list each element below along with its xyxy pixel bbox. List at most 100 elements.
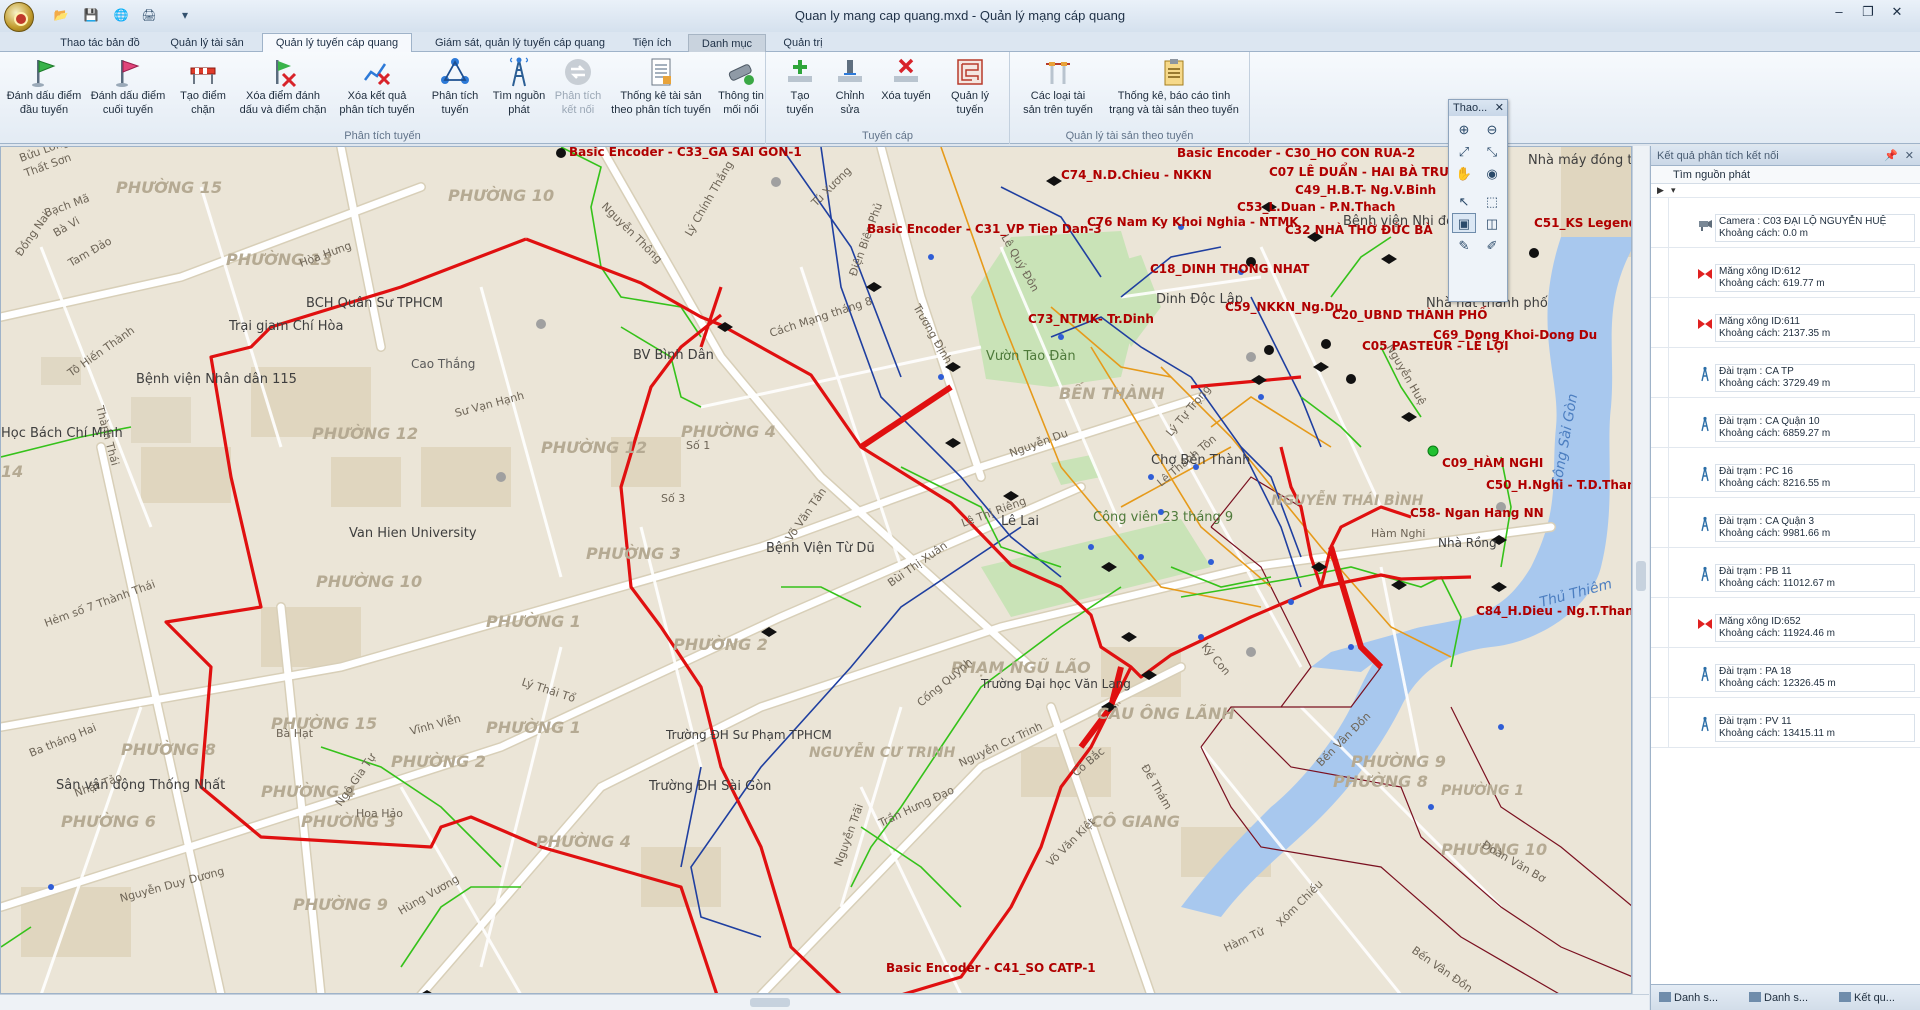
tab-catalog[interactable]: Danh mục bbox=[688, 34, 766, 52]
result-tree[interactable]: ▶ ▾ Camera : C03 ĐẠI LỘ NGUYỄN HUỆ Khoảng… bbox=[1651, 184, 1920, 748]
full-extent-icon[interactable]: ⤢ bbox=[1452, 141, 1476, 161]
svg-text:PHƯỜNG 1: PHƯỜNG 1 bbox=[1441, 781, 1524, 799]
find-source-button[interactable]: Tìm nguồn phát bbox=[488, 56, 550, 126]
svg-text:PHƯỜNG 9: PHƯỜNG 9 bbox=[1351, 751, 1446, 771]
close-button[interactable]: ✕ bbox=[1883, 3, 1911, 21]
open-icon[interactable]: 📂 bbox=[52, 7, 70, 23]
list-item[interactable]: Camera : C03 ĐẠI LỘ NGUYỄN HUỆ Khoảng các… bbox=[1651, 198, 1920, 248]
item-distance: Khoảng cách: 2137.35 m bbox=[1719, 328, 1831, 339]
print-icon[interactable]: 🖨 bbox=[140, 7, 158, 23]
svg-text:Hoa Hảo: Hoa Hảo bbox=[356, 807, 403, 820]
station-icon bbox=[1697, 416, 1713, 432]
row-gutter bbox=[1651, 298, 1669, 347]
svg-text:C84_H.Dieu - Ng.T.Thanh: C84_H.Dieu - Ng.T.Thanh bbox=[1476, 604, 1632, 619]
zoom-out-icon[interactable]: ⊖ bbox=[1480, 119, 1504, 139]
globe-icon[interactable]: ◉ bbox=[1480, 163, 1504, 183]
mark-start-point-button[interactable]: Đánh dấu điểm đầu tuyến bbox=[4, 56, 84, 126]
application-window: 📂 💾 🌐 🖨 ▾ Quan ly mang cap quang.mxd - Q… bbox=[0, 0, 1920, 1010]
save-icon[interactable]: 💾 bbox=[82, 7, 100, 23]
pin-icon[interactable]: 📌 bbox=[1884, 146, 1898, 166]
svg-text:PHƯỜNG 8: PHƯỜNG 8 bbox=[121, 739, 216, 759]
minimize-button[interactable]: – bbox=[1825, 3, 1853, 21]
route-analysis-button[interactable]: Phân tích tuyến bbox=[424, 56, 486, 126]
tab-admin[interactable]: Quản trị bbox=[770, 34, 836, 52]
customize-qat-icon[interactable]: ▾ bbox=[176, 7, 194, 23]
tab-list-2[interactable]: Danh s... bbox=[1749, 989, 1808, 1007]
tree-column-header[interactable]: Tìm nguồn phát bbox=[1651, 166, 1920, 184]
list-item[interactable]: Măng xông ID:611 Khoảng cách: 2137.35 m bbox=[1651, 298, 1920, 348]
select-arrow-icon[interactable]: ↖ bbox=[1452, 191, 1476, 211]
tab-results[interactable]: Kết qu... bbox=[1839, 989, 1895, 1007]
row-gutter bbox=[1651, 398, 1669, 447]
tab-monitoring[interactable]: Giám sát, quản lý tuyến cáp quang bbox=[420, 34, 620, 52]
splice-closure-icon bbox=[1697, 616, 1713, 632]
splice-info-button[interactable]: Thông tin mối nối bbox=[718, 56, 764, 126]
map-horizontal-scrollbar[interactable] bbox=[0, 994, 1649, 1010]
map-view[interactable]: PHƯỜNG 15 PHƯỜNG 13 PHƯỜNG 10 PHƯỜNG 12 … bbox=[0, 146, 1632, 994]
list-item[interactable]: Đài trạm : CA Quận 3 Khoảng cách: 9981.66… bbox=[1651, 498, 1920, 548]
zoom-in-icon[interactable]: ⊕ bbox=[1452, 119, 1476, 139]
item-distance: Khoảng cách: 8216.55 m bbox=[1719, 478, 1831, 489]
select-features-icon[interactable]: ▣ bbox=[1452, 213, 1476, 233]
svg-text:Basic Encoder - C31_VP Tiep Da: Basic Encoder - C31_VP Tiep Dan-3 bbox=[867, 222, 1102, 237]
item-name: Măng xông ID:612 bbox=[1719, 266, 1801, 277]
pan-icon[interactable]: ✋ bbox=[1452, 163, 1476, 183]
list-item[interactable]: Đài trạm : PV 11 Khoảng cách: 13415.11 m bbox=[1651, 698, 1920, 748]
map-vertical-scrollbar[interactable] bbox=[1632, 146, 1649, 994]
connection-analysis-button[interactable]: Phân tích kết nối bbox=[552, 56, 604, 126]
tree-root-row[interactable]: ▶ ▾ bbox=[1651, 184, 1920, 198]
delete-marks-button[interactable]: Xóa điểm đánh dấu và điểm chặn bbox=[236, 56, 330, 126]
asset-types-on-route-button[interactable]: Các loại tài sản trên tuyến bbox=[1018, 56, 1098, 126]
delete-analysis-result-button[interactable]: Xóa kết quả phân tích tuyến bbox=[334, 56, 420, 126]
map-canvas[interactable]: PHƯỜNG 15 PHƯỜNG 13 PHƯỜNG 10 PHƯỜNG 12 … bbox=[1, 147, 1632, 994]
fixed-zoom-icon[interactable]: ⤡ bbox=[1480, 141, 1504, 161]
svg-text:C07 LÊ DUẨN - HAI BÀ TRƯNG: C07 LÊ DUẨN - HAI BÀ TRƯNG bbox=[1269, 162, 1469, 179]
svg-text:CẦU ÔNG LÃNH: CẦU ÔNG LÃNH bbox=[1097, 702, 1235, 723]
mark-end-point-button[interactable]: Đánh dấu điểm cuối tuyến bbox=[88, 56, 168, 126]
globe-icon[interactable]: 🌐 bbox=[112, 7, 130, 23]
close-icon[interactable]: ✕ bbox=[1905, 146, 1914, 166]
app-menu-button[interactable] bbox=[4, 2, 34, 32]
ribbon-group-label: Quản lý tài sản theo tuyến bbox=[1065, 130, 1194, 142]
clear-selection-icon[interactable]: ◫ bbox=[1480, 213, 1504, 233]
item-name: Đài trạm : CA Quận 3 bbox=[1719, 516, 1815, 527]
list-item[interactable]: Đài trạm : PA 18 Khoảng cách: 12326.45 m bbox=[1651, 648, 1920, 698]
create-route-button[interactable]: Tạo tuyến bbox=[778, 56, 822, 126]
tower-icon bbox=[509, 57, 529, 87]
tab-asset-management[interactable]: Quản lý tài sản bbox=[160, 34, 254, 52]
create-barrier-button[interactable]: Tạo điểm chặn bbox=[172, 56, 234, 126]
restore-button[interactable]: ❐ bbox=[1854, 3, 1882, 21]
tab-list-1[interactable]: Danh s... bbox=[1659, 989, 1718, 1007]
svg-text:Số 1: Số 1 bbox=[686, 439, 710, 452]
tab-map-operations[interactable]: Thao tác bản đồ bbox=[50, 34, 150, 52]
tab-cable-route-management[interactable]: Quản lý tuyến cáp quang bbox=[262, 33, 412, 53]
item-distance: Khoảng cách: 0.0 m bbox=[1719, 228, 1808, 239]
list-item[interactable]: Măng xông ID:652 Khoảng cách: 11924.46 m bbox=[1651, 598, 1920, 648]
close-icon[interactable]: ✕ bbox=[1495, 100, 1504, 116]
svg-text:Nhà máy đóng tàu Ba Son: Nhà máy đóng tàu Ba Son bbox=[1528, 153, 1632, 168]
svg-text:Số 3: Số 3 bbox=[661, 492, 685, 505]
list-item[interactable]: Đài trạm : PC 16 Khoảng cách: 8216.55 m bbox=[1651, 448, 1920, 498]
status-report-by-route-button[interactable]: Thống kê, báo cáo tình trạng và tài sản … bbox=[1104, 56, 1244, 126]
edit-route-button[interactable]: Chỉnh sửa bbox=[828, 56, 872, 126]
toolbar-title: Thao... bbox=[1453, 102, 1488, 114]
chevron-down-icon[interactable]: ▾ bbox=[1671, 185, 1676, 196]
list-item[interactable]: Măng xông ID:612 Khoảng cách: 619.77 m bbox=[1651, 248, 1920, 298]
toolbar-title-bar[interactable]: Thao... ✕ bbox=[1449, 100, 1507, 116]
identify-icon[interactable]: ⬚ bbox=[1480, 191, 1504, 211]
list-item[interactable]: Đài trạm : PB 11 Khoảng cách: 11012.67 m bbox=[1651, 548, 1920, 598]
list-icon bbox=[1659, 992, 1671, 1002]
svg-text:Trường ĐH Sài Gòn: Trường ĐH Sài Gòn bbox=[648, 779, 771, 794]
measure-icon[interactable]: ✎ bbox=[1452, 235, 1476, 255]
delete-route-button[interactable]: Xóa tuyến bbox=[876, 56, 936, 126]
scroll-thumb[interactable] bbox=[750, 998, 790, 1007]
svg-text:PHƯỜNG 12: PHƯỜNG 12 bbox=[312, 423, 418, 443]
manage-routes-button[interactable]: Quản lý tuyến bbox=[942, 56, 998, 126]
asset-stats-by-route-button[interactable]: Thống kê tài sản theo phân tích tuyến bbox=[606, 56, 716, 126]
scroll-thumb[interactable] bbox=[1636, 561, 1646, 591]
list-item[interactable]: Đài trạm : CA TP Khoảng cách: 3729.49 m bbox=[1651, 348, 1920, 398]
edit-icon[interactable]: ✐ bbox=[1480, 235, 1504, 255]
tab-utilities[interactable]: Tiện ích bbox=[626, 34, 678, 52]
panel-header: Kết quả phân tích kết nối 📌 ✕ bbox=[1651, 146, 1920, 166]
list-item[interactable]: Đài trạm : CA Quận 10 Khoảng cách: 6859.2… bbox=[1651, 398, 1920, 448]
